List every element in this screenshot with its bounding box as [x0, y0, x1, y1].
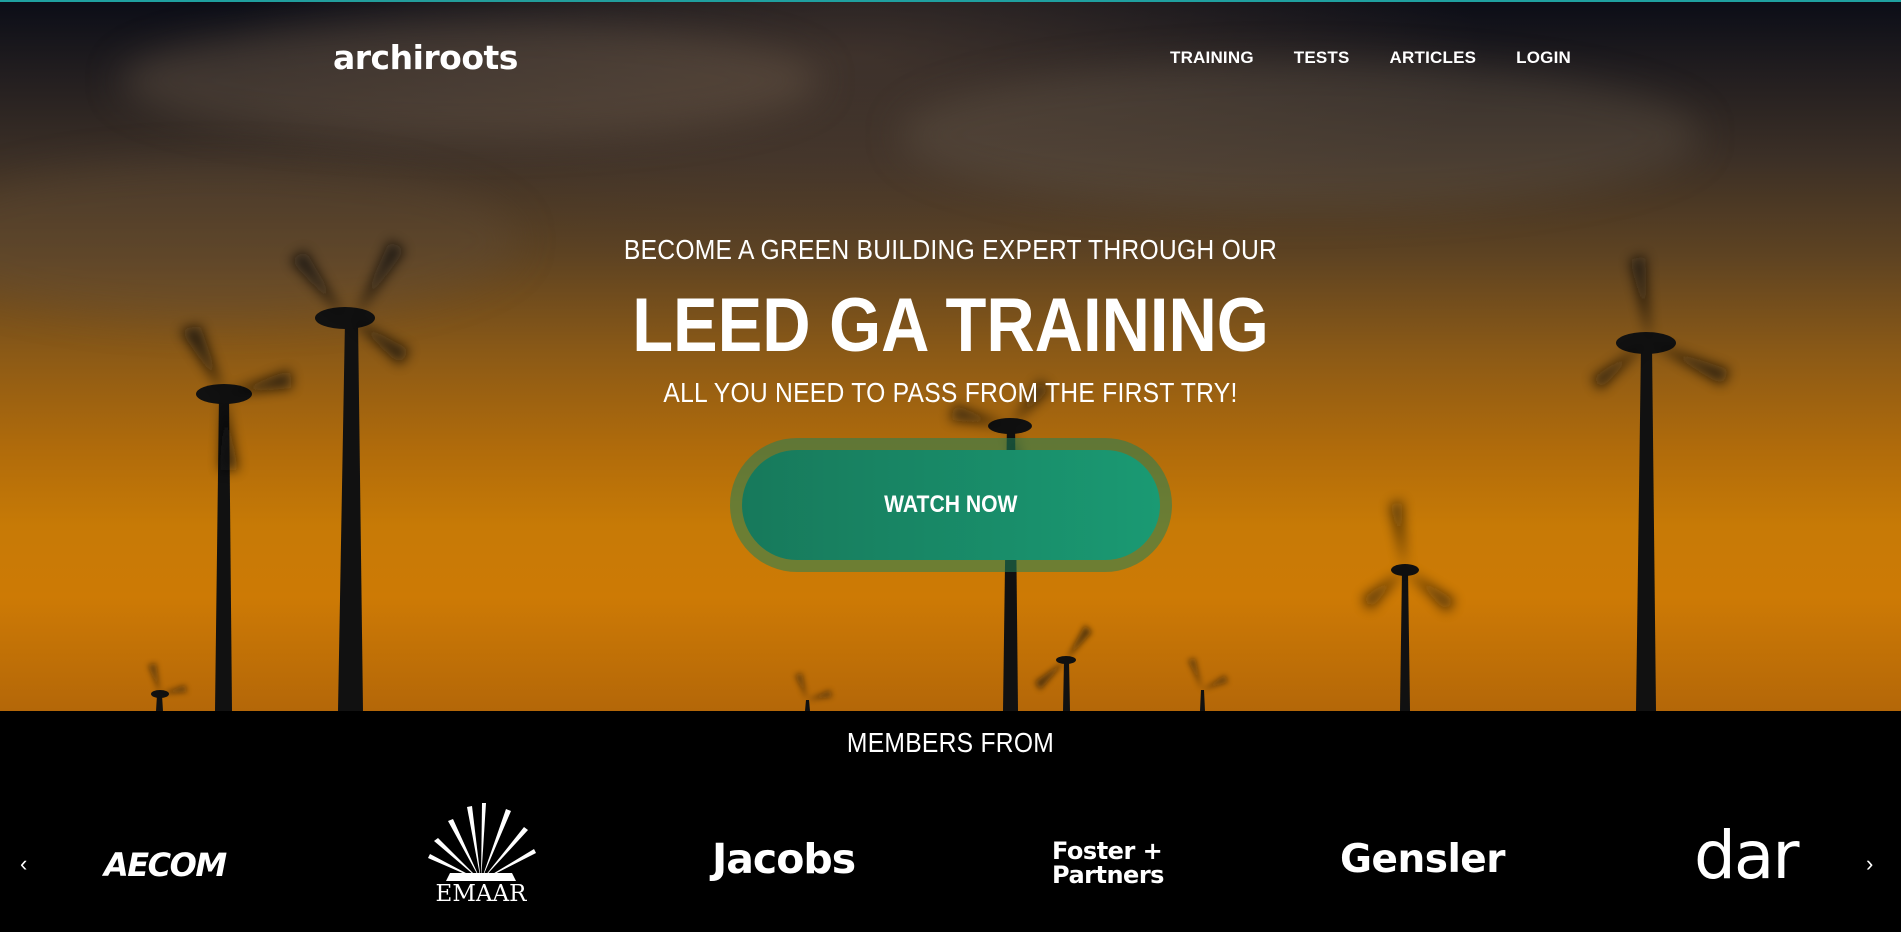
hero-title: LEED GA TRAINING: [632, 283, 1269, 368]
foster-line: Foster +: [1052, 837, 1163, 865]
dar-logo: dar: [1694, 817, 1799, 894]
foster-partners-logo: Foster + Partners: [1052, 839, 1164, 887]
chevron-left-icon[interactable]: ‹: [20, 853, 27, 875]
hero-pretitle: BECOME A GREEN BUILDING EXPERT THROUGH O…: [623, 234, 1278, 265]
emaar-rays-icon: [428, 803, 536, 881]
emaar-logo: EMAAR: [420, 803, 542, 906]
watch-now-button[interactable]: WATCH NOW: [742, 450, 1160, 560]
logo-link[interactable]: archiroots: [333, 38, 518, 77]
members-title: MEMBERS FROM: [846, 727, 1055, 758]
nav-item-training[interactable]: TRAINING: [1170, 48, 1254, 68]
turbine: [1188, 658, 1228, 711]
chevron-right-icon[interactable]: ›: [1866, 853, 1873, 875]
partners-line: Partners: [1052, 861, 1164, 889]
watch-now-label: WATCH NOW: [884, 491, 1018, 518]
turbine: [795, 673, 832, 711]
aecom-logo: AECOM: [104, 846, 227, 884]
turbine: [1035, 625, 1092, 711]
members-section: MEMBERS FROM ‹ › AECOM EMAAR Jacobs Fost…: [0, 711, 1901, 932]
nav-item-articles[interactable]: ARTICLES: [1390, 48, 1477, 68]
turbine: [1362, 500, 1455, 711]
hero-section: archiroots TRAINING TESTS ARTICLES LOGIN…: [0, 0, 1901, 711]
hero-subtitle: ALL YOU NEED TO PASS FROM THE FIRST TRY!: [663, 377, 1238, 408]
main-nav: TRAINING TESTS ARTICLES LOGIN: [1170, 48, 1571, 68]
gensler-logo: Gensler: [1340, 837, 1506, 882]
emaar-wordmark: EMAAR: [435, 881, 527, 907]
nav-item-login[interactable]: LOGIN: [1516, 48, 1571, 68]
nav-item-tests[interactable]: TESTS: [1294, 48, 1350, 68]
jacobs-logo: Jacobs: [712, 835, 856, 883]
turbine: [148, 663, 187, 711]
